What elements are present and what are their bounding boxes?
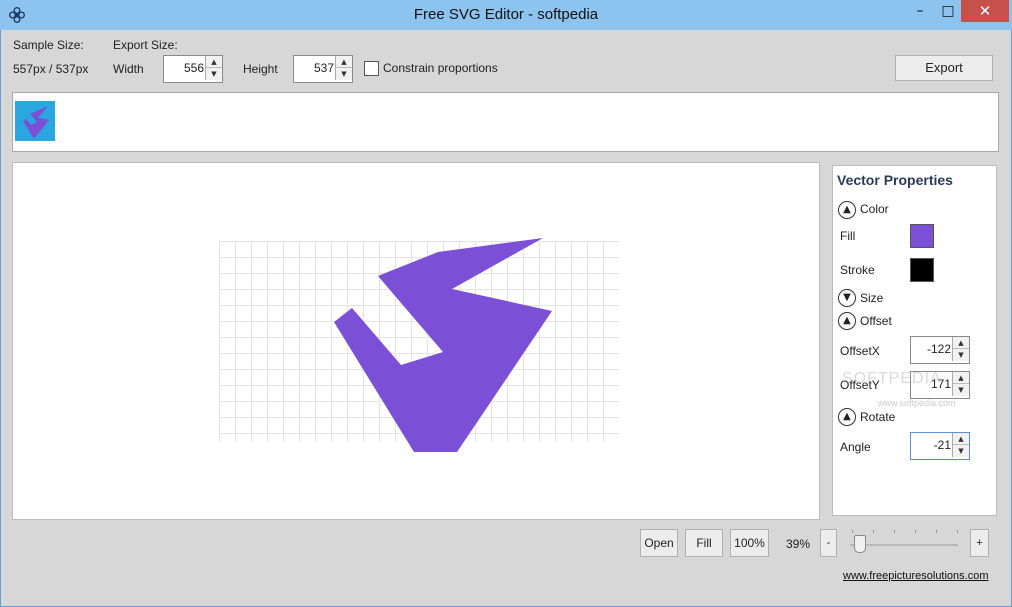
- properties-title: Vector Properties: [837, 172, 953, 188]
- zoom-tick: [936, 530, 937, 533]
- vector-shape[interactable]: [13, 163, 819, 519]
- height-value[interactable]: 537: [314, 56, 334, 80]
- drawing-canvas[interactable]: [12, 162, 820, 520]
- zoom-tick: [915, 530, 916, 533]
- offset-x-label: OffsetX: [840, 344, 880, 358]
- height-up-arrow-icon[interactable]: ▲: [336, 56, 352, 68]
- angle-arrows[interactable]: ▲ ▼: [952, 433, 969, 457]
- softpedia-watermark-url: www.softpedia.com: [878, 398, 956, 408]
- vector-properties-panel: Vector Properties ▲ Color Fill Stroke ▼ …: [832, 165, 997, 516]
- fill-button[interactable]: Fill: [685, 529, 723, 557]
- zoom-out-button[interactable]: -: [820, 529, 837, 557]
- open-button[interactable]: Open: [640, 529, 678, 557]
- height-label: Height: [243, 62, 278, 76]
- zoom-in-button[interactable]: +: [970, 529, 989, 557]
- size-expand-icon[interactable]: ▼: [838, 289, 856, 307]
- constrain-proportions-checkbox[interactable]: [364, 61, 379, 76]
- rotate-collapse-icon[interactable]: ▲: [838, 408, 856, 426]
- offset-y-down-arrow-icon[interactable]: ▼: [953, 384, 969, 396]
- offset-x-down-arrow-icon[interactable]: ▼: [953, 349, 969, 361]
- rotate-section-label[interactable]: Rotate: [860, 410, 895, 424]
- stroke-label: Stroke: [840, 263, 875, 277]
- sample-size-label: Sample Size:: [13, 38, 84, 52]
- offset-collapse-icon[interactable]: ▲: [838, 312, 856, 330]
- sample-size-value: 557px / 537px: [13, 62, 89, 76]
- offset-x-arrows[interactable]: ▲ ▼: [952, 337, 969, 361]
- offset-section-label[interactable]: Offset: [860, 314, 892, 328]
- maximize-button[interactable]: □: [934, 0, 962, 22]
- window-title: Free SVG Editor - softpedia: [413, 6, 599, 23]
- zoom-tick: [957, 530, 958, 533]
- width-value[interactable]: 556: [184, 56, 204, 80]
- width-label: Width: [113, 62, 144, 76]
- offset-x-stepper[interactable]: -122 ▲ ▼: [910, 336, 970, 364]
- angle-value[interactable]: -21: [934, 433, 951, 457]
- zoom-tick: [894, 530, 895, 533]
- title-bar[interactable]: Free SVG Editor - softpedia – □ ✕: [0, 0, 1012, 30]
- angle-down-arrow-icon[interactable]: ▼: [953, 445, 969, 457]
- height-down-arrow-icon[interactable]: ▼: [336, 68, 352, 80]
- width-up-arrow-icon[interactable]: ▲: [206, 56, 222, 68]
- thumbnail-strip: [12, 92, 999, 152]
- offset-y-up-arrow-icon[interactable]: ▲: [953, 372, 969, 384]
- zoom-slider-handle[interactable]: [854, 535, 866, 553]
- width-down-arrow-icon[interactable]: ▼: [206, 68, 222, 80]
- zoom-tick: [852, 530, 853, 533]
- fill-label: Fill: [840, 229, 856, 243]
- stroke-color-swatch[interactable]: [910, 258, 934, 282]
- height-stepper[interactable]: 537 ▲ ▼: [293, 55, 353, 83]
- width-stepper-arrows[interactable]: ▲ ▼: [205, 56, 222, 80]
- shape-thumbnail-icon: [23, 106, 49, 139]
- zoom-slider-track[interactable]: [850, 544, 958, 546]
- offset-y-arrows[interactable]: ▲ ▼: [952, 372, 969, 396]
- angle-stepper[interactable]: -21 ▲ ▼: [910, 432, 970, 460]
- close-button[interactable]: ✕: [961, 0, 1009, 22]
- offset-x-up-arrow-icon[interactable]: ▲: [953, 337, 969, 349]
- zoom-100-button[interactable]: 100%: [730, 529, 769, 557]
- constrain-proportions-label[interactable]: Constrain proportions: [383, 61, 498, 75]
- zoom-tick: [873, 530, 874, 533]
- offset-x-value[interactable]: -122: [927, 337, 951, 361]
- minimize-button[interactable]: –: [906, 0, 934, 22]
- color-collapse-icon[interactable]: ▲: [838, 201, 856, 219]
- angle-label: Angle: [840, 440, 871, 454]
- width-stepper[interactable]: 556 ▲ ▼: [163, 55, 223, 83]
- zoom-level: 39%: [786, 537, 811, 551]
- size-section-label[interactable]: Size: [860, 291, 883, 305]
- export-size-label: Export Size:: [113, 38, 178, 52]
- angle-up-arrow-icon[interactable]: ▲: [953, 433, 969, 445]
- color-section-label[interactable]: Color: [860, 202, 889, 216]
- fill-color-swatch[interactable]: [910, 224, 934, 248]
- website-link[interactable]: www.freepicturesolutions.com: [843, 570, 989, 582]
- thumbnail-item[interactable]: [15, 101, 55, 141]
- height-stepper-arrows[interactable]: ▲ ▼: [335, 56, 352, 80]
- export-button[interactable]: Export: [895, 55, 993, 81]
- softpedia-watermark: SOFTPEDIA: [842, 370, 942, 387]
